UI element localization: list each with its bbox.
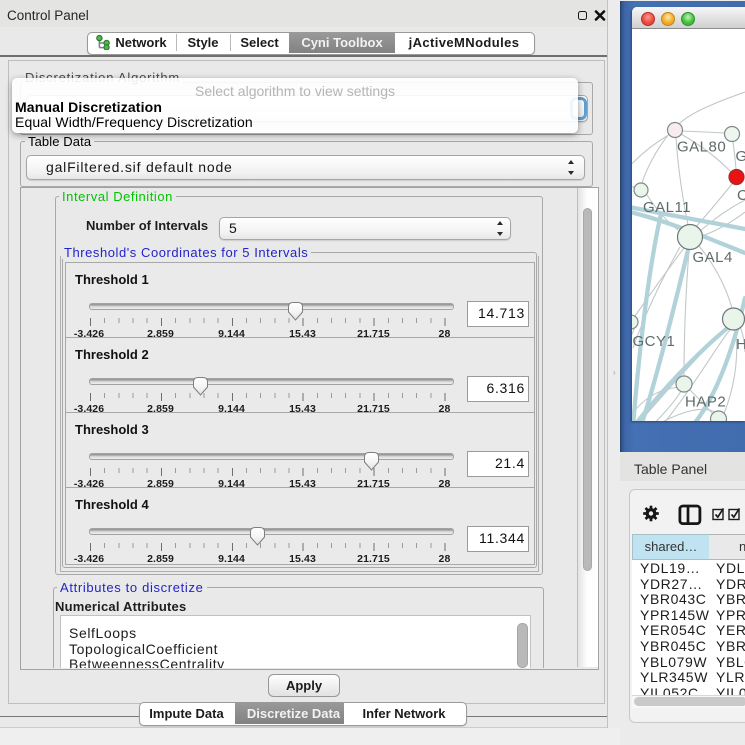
svg-text:GAL11: GAL11 bbox=[643, 199, 691, 216]
svg-text:GAL1: GAL1 bbox=[736, 148, 745, 165]
svg-text:GAL4: GAL4 bbox=[693, 249, 733, 266]
svg-text:HIS: HIS bbox=[736, 336, 745, 353]
svg-text:GAL80: GAL80 bbox=[677, 139, 726, 156]
svg-text:HAP2: HAP2 bbox=[685, 394, 726, 411]
svg-text:CY: CY bbox=[737, 187, 745, 204]
svg-text:GCY1: GCY1 bbox=[633, 333, 676, 350]
